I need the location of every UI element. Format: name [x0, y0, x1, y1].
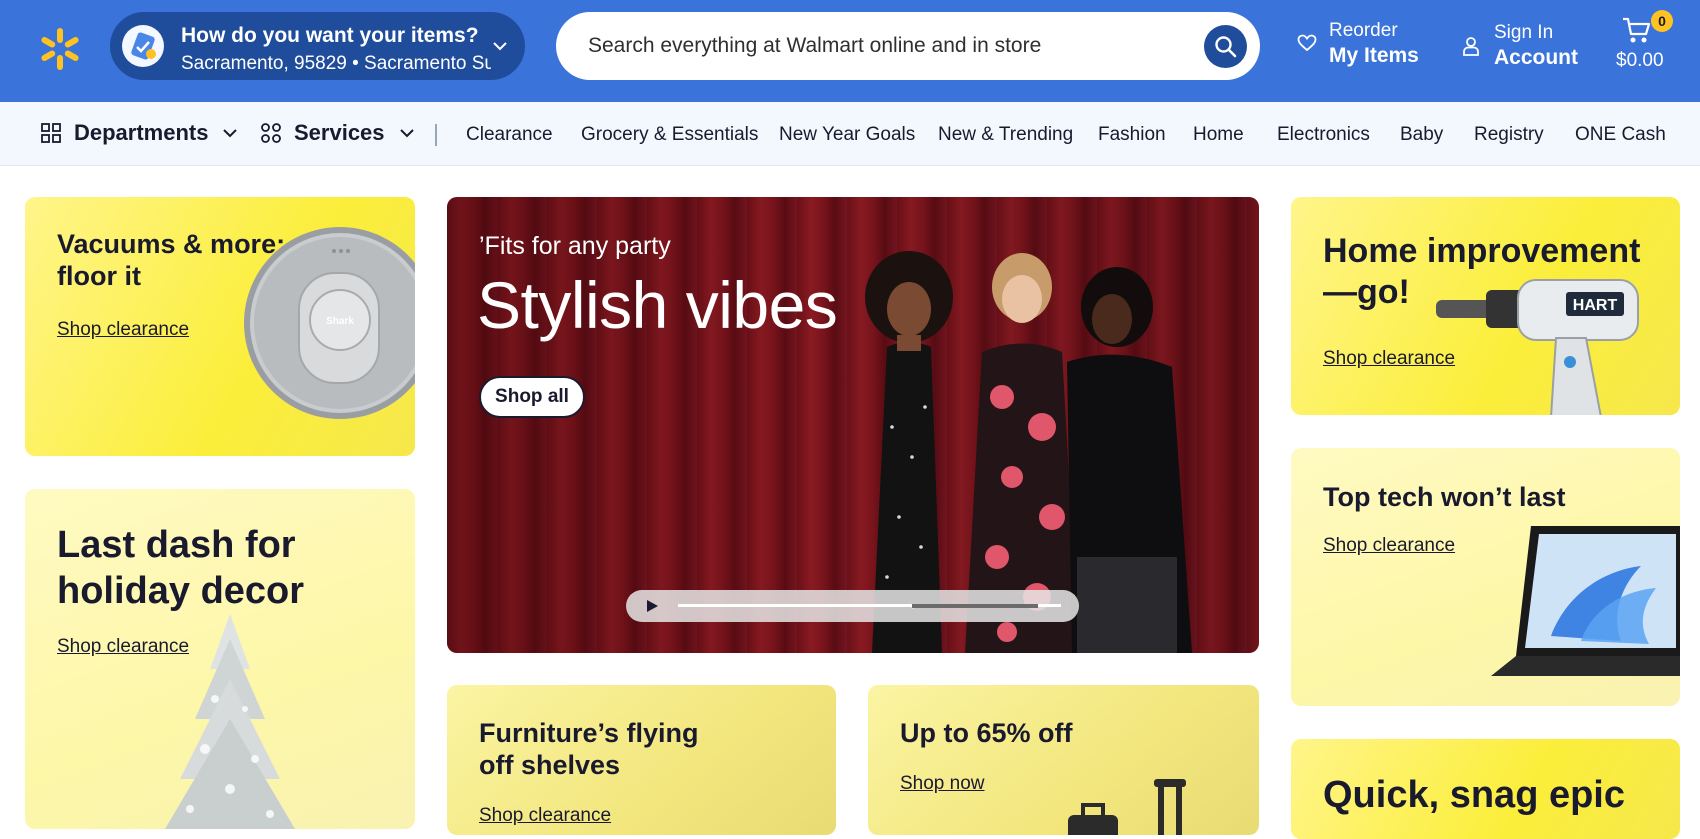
quick-snag-card[interactable]: Quick, snag epic — [1291, 739, 1680, 839]
card-title: Top tech won’t last — [1323, 482, 1566, 512]
shop-now-link[interactable]: Shop now — [900, 773, 985, 795]
shop-clearance-link[interactable]: Shop clearance — [1323, 535, 1455, 557]
shop-clearance-link[interactable]: Shop clearance — [57, 319, 189, 341]
sale-promo-card[interactable]: Up to 65% off Shop now — [868, 685, 1259, 835]
sign-in-label: Sign In — [1494, 22, 1554, 43]
video-progress-fill — [911, 604, 1038, 608]
play-icon[interactable] — [645, 599, 659, 613]
top-tech-card[interactable]: Top tech won’t last Shop clearance — [1291, 448, 1680, 706]
hero-title: Stylish vibes — [477, 268, 838, 342]
vacuums-promo-card[interactable]: Vacuums & more: floor it Shop clearance … — [25, 197, 415, 456]
location-address: Sacramento, 95829 • Sacramento Su... — [181, 53, 491, 74]
search-button[interactable] — [1204, 25, 1247, 68]
home-improvement-card[interactable]: Home improvement—go! Shop clearance HART — [1291, 197, 1680, 415]
cart-icon — [1623, 17, 1651, 43]
fulfillment-location-selector[interactable]: How do you want your items? Sacramento, … — [110, 12, 525, 80]
departments-label: Departments — [74, 120, 209, 145]
walmart-spark-icon[interactable] — [38, 27, 82, 71]
cart-button[interactable]: 0 $0.00 — [1612, 10, 1673, 82]
furniture-promo-card[interactable]: Furniture’s flying off shelves Shop clea… — [447, 685, 836, 835]
search-bar — [556, 12, 1260, 80]
reorder-label: Reorder — [1329, 20, 1398, 41]
christmas-tree-image — [165, 614, 295, 829]
nav-link-registry[interactable]: Registry — [1474, 124, 1544, 146]
robot-vacuum-image: Shark — [244, 227, 415, 419]
cart-total: $0.00 — [1616, 50, 1664, 71]
my-items-label: My Items — [1329, 44, 1419, 67]
chevron-down-icon — [223, 129, 238, 138]
laptop-image — [1491, 526, 1680, 676]
nav-divider — [435, 124, 437, 146]
cart-count-badge: 0 — [1651, 10, 1673, 32]
nav-link-electronics[interactable]: Electronics — [1277, 124, 1370, 146]
nav-link-new-trending[interactable]: New & Trending — [938, 124, 1073, 146]
holiday-decor-card[interactable]: Last dash for holiday decor Shop clearan… — [25, 489, 415, 829]
nav-link-baby[interactable]: Baby — [1400, 124, 1443, 146]
departments-menu[interactable]: Departments — [40, 120, 238, 146]
services-label: Services — [294, 120, 385, 145]
power-drill-image: HART — [1436, 279, 1639, 415]
drill-brand-text: HART — [1573, 297, 1618, 314]
nav-link-home[interactable]: Home — [1193, 124, 1244, 146]
video-controls — [626, 590, 1079, 622]
card-title: Furniture’s flying off shelves — [479, 718, 699, 781]
card-title: Last dash for holiday decor — [57, 524, 305, 612]
luggage-image — [1068, 779, 1186, 835]
hero-subtitle: ’Fits for any party — [479, 232, 671, 260]
nav-link-grocery[interactable]: Grocery & Essentials — [581, 124, 758, 146]
video-progress-track[interactable] — [678, 604, 1061, 608]
grid-icon — [41, 123, 61, 143]
card-title: Quick, snag epic — [1323, 774, 1625, 816]
nav-link-clearance[interactable]: Clearance — [466, 124, 553, 146]
reorder-my-items-link[interactable]: Reorder My Items — [1297, 20, 1419, 68]
top-header: How do you want your items? Sacramento, … — [0, 0, 1700, 102]
person-icon — [1463, 37, 1479, 56]
services-grid-icon — [261, 123, 281, 143]
card-title: Up to 65% off — [900, 718, 1073, 748]
hero-banner[interactable]: ’Fits for any party Stylish vibes Shop a… — [447, 197, 1259, 653]
chevron-down-icon — [493, 42, 507, 51]
location-prompt: How do you want your items? — [181, 24, 479, 47]
heart-icon — [1297, 34, 1317, 52]
sign-in-account-link[interactable]: Sign In Account — [1462, 22, 1578, 70]
search-icon — [1215, 36, 1237, 58]
shop-all-button[interactable]: Shop all — [479, 376, 585, 418]
nav-link-new-year-goals[interactable]: New Year Goals — [779, 124, 915, 146]
delivery-option-icon — [122, 25, 164, 67]
services-menu[interactable]: Services — [260, 120, 415, 146]
shop-clearance-link[interactable]: Shop clearance — [479, 805, 611, 827]
chevron-down-icon — [399, 129, 414, 138]
vacuum-brand-text: Shark — [326, 316, 354, 327]
account-label: Account — [1494, 46, 1578, 69]
search-input[interactable] — [588, 26, 1178, 66]
nav-link-one-cash[interactable]: ONE Cash — [1575, 124, 1666, 146]
nav-link-fashion[interactable]: Fashion — [1098, 124, 1166, 146]
